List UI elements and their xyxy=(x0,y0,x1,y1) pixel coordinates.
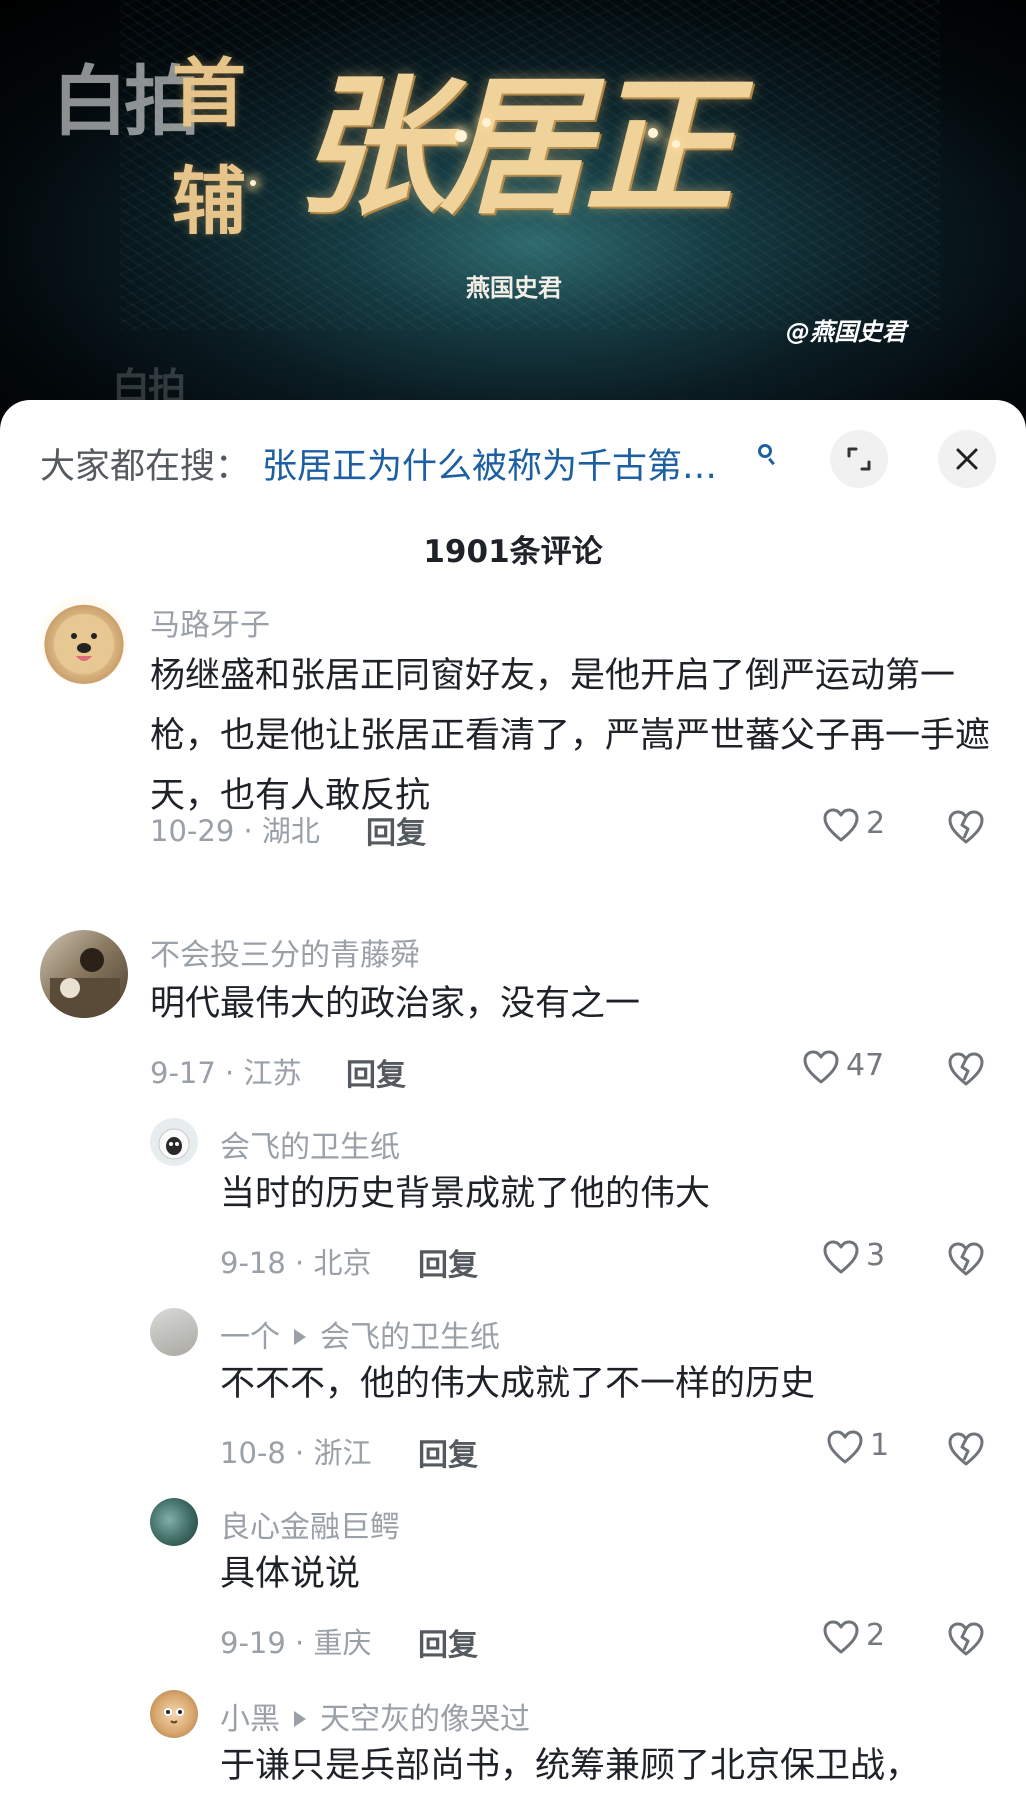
close-icon xyxy=(956,448,978,470)
comment-count: 1901条评论 xyxy=(423,534,603,570)
reply-text: 于谦只是兵部尚书，统筹兼顾了北京保卫战， xyxy=(220,1746,921,1786)
reply-text: 不不不，他的伟大成就了不一样的历史 xyxy=(220,1364,816,1404)
comment-text: 明代最伟大的政治家，没有之一 xyxy=(150,984,641,1024)
dislike-button[interactable] xyxy=(946,1240,986,1282)
like-button[interactable]: 2 xyxy=(822,806,885,843)
broken-heart-icon xyxy=(948,810,984,844)
heart-icon xyxy=(823,808,859,841)
reply-date-location: 9-18 · 北京 xyxy=(220,1246,372,1280)
like-count: 1 xyxy=(870,1428,890,1463)
broken-heart-icon xyxy=(948,1622,984,1656)
avatar[interactable] xyxy=(150,1118,198,1166)
cat-avatar-icon xyxy=(164,1708,184,1724)
heart-icon xyxy=(823,1240,859,1273)
reply-to-username[interactable]: 天空灰的像哭过 xyxy=(320,1702,530,1737)
heart-icon xyxy=(823,1620,859,1653)
comment-date-location: 10-29 · 湖北 xyxy=(150,814,320,848)
broken-heart-icon xyxy=(948,1432,984,1466)
comment-panel: 大家都在搜： 张居正为什么被称为千古第… 1901条评论 马路牙子 杨继盛和张居… xyxy=(0,400,1026,1800)
avatar[interactable] xyxy=(150,1498,198,1546)
sparkle-decoration xyxy=(455,130,467,142)
like-count: 47 xyxy=(846,1048,885,1083)
like-button[interactable]: 2 xyxy=(822,1618,885,1655)
comment-username[interactable]: 不会投三分的青藤舜 xyxy=(150,930,420,974)
avatar[interactable] xyxy=(150,1308,198,1356)
expand-button[interactable] xyxy=(830,430,888,488)
like-count: 3 xyxy=(866,1238,886,1273)
search-icon[interactable] xyxy=(758,444,772,458)
dislike-button[interactable] xyxy=(946,1050,986,1092)
username-text[interactable]: 马路牙子 xyxy=(150,608,270,643)
like-button[interactable]: 47 xyxy=(802,1048,884,1085)
search-suggestion-link[interactable]: 张居正为什么被称为千古第… xyxy=(262,438,717,489)
expand-icon xyxy=(847,447,871,471)
reply-username[interactable]: 一个 会飞的卫生纸 xyxy=(220,1312,500,1356)
like-count: 2 xyxy=(866,1618,886,1653)
username-text[interactable]: 小黑 xyxy=(220,1702,280,1737)
like-button[interactable]: 1 xyxy=(826,1428,889,1465)
reply-username[interactable]: 良心金融巨鳄 xyxy=(220,1502,400,1546)
dislike-button[interactable] xyxy=(946,1620,986,1662)
like-button[interactable]: 3 xyxy=(822,1238,885,1275)
person-avatar-icon xyxy=(50,948,120,1018)
sheep-avatar-icon xyxy=(158,1128,190,1160)
reply-item: 一个 会飞的卫生纸 不不不，他的伟大成就了不一样的历史 10-8 · 浙江 回复 … xyxy=(0,1308,1026,1473)
sparkle-decoration xyxy=(482,118,491,127)
reply-username[interactable]: 小黑 天空灰的像哭过 xyxy=(220,1694,530,1738)
reply-item: 会飞的卫生纸 当时的历史背景成就了他的伟大 9-18 · 北京 回复 3 xyxy=(0,1118,1026,1283)
comment-date-location: 9-17 · 江苏 xyxy=(150,1056,302,1090)
reply-arrow-icon xyxy=(294,1711,306,1727)
reply-arrow-icon xyxy=(294,1329,306,1345)
reply-text: 具体说说 xyxy=(220,1554,361,1594)
sparkle-decoration xyxy=(672,140,680,148)
reply-date-location: 9-19 · 重庆 xyxy=(220,1626,372,1660)
avatar[interactable] xyxy=(150,1690,198,1738)
sparkle-decoration xyxy=(648,128,658,138)
dislike-button[interactable] xyxy=(946,808,986,850)
avatar[interactable] xyxy=(40,596,128,684)
sparkle-decoration xyxy=(250,180,256,186)
reply-to-username[interactable]: 会飞的卫生纸 xyxy=(320,1320,500,1355)
username-text[interactable]: 良心金融巨鳄 xyxy=(220,1510,400,1545)
close-button[interactable] xyxy=(938,430,996,488)
search-prefix-label: 大家都在搜： xyxy=(40,447,251,487)
reply-button[interactable]: 回复 xyxy=(418,1240,478,1284)
comment-item: 马路牙子 杨继盛和张居正同窗好友，是他开启了倒严运动第一枪，也是他让张居正看清了… xyxy=(0,596,1026,856)
reply-date-location: 10-8 · 浙江 xyxy=(220,1436,372,1470)
username-text[interactable]: 会飞的卫生纸 xyxy=(220,1130,400,1165)
comment-item: 不会投三分的青藤舜 明代最伟大的政治家，没有之一 9-17 · 江苏 回复 47 xyxy=(0,930,1026,1093)
heart-icon xyxy=(827,1430,863,1463)
like-count: 2 xyxy=(866,806,886,841)
reply-username[interactable]: 会飞的卫生纸 xyxy=(220,1122,400,1166)
username-text[interactable]: 一个 xyxy=(220,1320,280,1355)
reply-text: 当时的历史背景成就了他的伟大 xyxy=(220,1174,711,1214)
dog-avatar-icon xyxy=(54,614,114,674)
comment-username[interactable]: 马路牙子 xyxy=(150,600,270,644)
reply-button[interactable]: 回复 xyxy=(366,808,426,852)
broken-heart-icon xyxy=(948,1052,984,1086)
video-title-prefix: 首辅 xyxy=(172,51,246,245)
video-subtitle: 燕国史君 xyxy=(466,274,562,302)
reply-button[interactable]: 回复 xyxy=(418,1620,478,1664)
comment-text: 杨继盛和张居正同窗好友，是他开启了倒严运动第一枪，也是他让张居正看清了，严嵩严世… xyxy=(150,656,991,816)
reply-button[interactable]: 回复 xyxy=(418,1430,478,1474)
reply-item: 小黑 天空灰的像哭过 于谦只是兵部尚书，统筹兼顾了北京保卫战， xyxy=(0,1690,1026,1800)
heart-icon xyxy=(803,1050,839,1083)
broken-heart-icon xyxy=(948,1242,984,1276)
reply-button[interactable]: 回复 xyxy=(346,1050,406,1094)
dislike-button[interactable] xyxy=(946,1430,986,1472)
video-title-main: 张居正 xyxy=(296,59,734,235)
video-player[interactable]: 白拍 白拍 首辅 张居正 燕国史君 @燕国史君 xyxy=(0,0,1026,420)
author-handle: @燕国史君 xyxy=(786,318,906,346)
username-text[interactable]: 不会投三分的青藤舜 xyxy=(150,938,420,973)
reply-item: 良心金融巨鳄 具体说说 9-19 · 重庆 回复 2 xyxy=(0,1498,1026,1663)
avatar[interactable] xyxy=(40,930,128,1018)
search-suggestion-bar[interactable]: 大家都在搜： 张居正为什么被称为千古第… xyxy=(0,400,1026,520)
